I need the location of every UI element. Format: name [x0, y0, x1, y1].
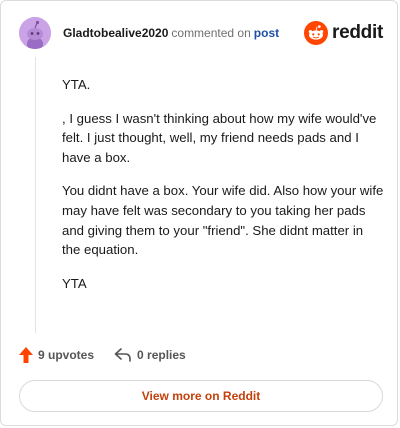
comment-paragraph: , I guess I wasn't thinking about how my…	[62, 110, 377, 165]
comment-paragraph: YTA.	[62, 77, 91, 92]
username[interactable]: Gladtobealive2020	[63, 26, 168, 40]
reply-button[interactable]: 0 replies	[114, 348, 186, 362]
reply-count: 0 replies	[137, 348, 186, 362]
snoo-avatar-icon	[19, 17, 51, 49]
post-link[interactable]: post	[254, 26, 279, 40]
comment-header: Gladtobealive2020 commented on post reddit	[17, 15, 383, 51]
thread-line	[35, 57, 36, 333]
comment-embed-card: Gladtobealive2020 commented on post reddit…	[0, 0, 398, 426]
comment-actions: 9 upvotes 0 replies	[19, 345, 206, 365]
commented-on-label: commented on	[171, 26, 251, 40]
upvote-arrow-icon	[19, 347, 33, 363]
reddit-snoo-icon	[304, 21, 329, 45]
comment-paragraph: You didnt have a box. Your wife did. Als…	[62, 183, 384, 258]
comment-paragraph: YTA	[62, 275, 87, 291]
reddit-wordmark: reddit	[332, 22, 383, 43]
comment-meta: Gladtobealive2020 commented on post	[63, 26, 279, 40]
upvote-button[interactable]: 9 upvotes	[19, 347, 94, 363]
upvote-count: 9 upvotes	[38, 348, 95, 362]
view-more-on-reddit-button[interactable]: View more on Reddit	[19, 380, 383, 412]
user-avatar[interactable]	[19, 17, 51, 49]
reply-arrow-icon	[114, 348, 131, 362]
comment-body: YTA. , I guess I wasn't thinking about h…	[62, 75, 384, 307]
reddit-logo[interactable]: reddit	[304, 20, 383, 46]
